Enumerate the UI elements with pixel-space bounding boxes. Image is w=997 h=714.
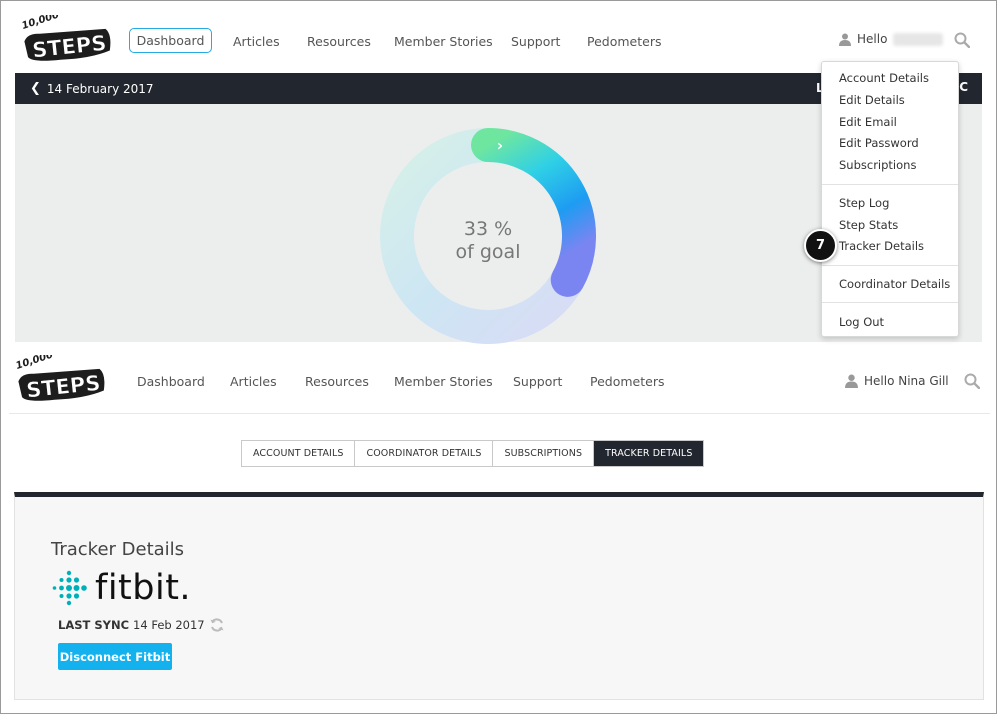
tab-subscriptions[interactable]: SUBSCRIPTIONS: [493, 441, 595, 466]
greeting-text: Hello Nina Gill: [864, 374, 949, 388]
percent-value: 33 %: [463, 218, 513, 240]
nav-support[interactable]: Support: [511, 34, 560, 49]
svg-text:10,000: 10,000: [14, 355, 54, 372]
refresh-icon[interactable]: [209, 617, 225, 633]
panel-title: Tracker Details: [51, 539, 185, 560]
account-tabs: ACCOUNT DETAILS COORDINATOR DETAILS SUBS…: [241, 440, 705, 467]
nav-articles[interactable]: Articles: [230, 374, 277, 389]
greeting-text: Hello: [857, 32, 888, 46]
step-number-badge: 7: [804, 229, 837, 262]
tab-account-details[interactable]: ACCOUNT DETAILS: [242, 441, 356, 466]
menu-item-edit-details[interactable]: Edit Details: [839, 93, 905, 107]
nav-member-stories[interactable]: Member Stories: [394, 374, 493, 389]
search-icon[interactable]: [954, 32, 971, 52]
fitbit-dots-icon: [52, 570, 87, 606]
user-menu-toggle[interactable]: Hello: [839, 32, 944, 46]
last-sync-value: 14 Feb 2017: [133, 618, 205, 632]
redacted-username: [893, 32, 944, 46]
menu-item-step-stats[interactable]: Step Stats: [839, 218, 898, 232]
goal-percentage: 33 % of goal: [438, 218, 538, 264]
menu-item-log-out[interactable]: Log Out: [839, 315, 884, 329]
account-dropdown-menu: Account Details Edit Details Edit Email …: [821, 61, 959, 337]
menu-item-edit-password[interactable]: Edit Password: [839, 136, 919, 150]
menu-item-subscriptions[interactable]: Subscriptions: [839, 158, 916, 172]
app-window: 10,000 STEPS Dashboard Articles Resource…: [0, 0, 997, 714]
tab-tracker-details[interactable]: TRACKER DETAILS: [594, 441, 704, 466]
menu-divider: [822, 184, 958, 185]
nav-resources[interactable]: Resources: [307, 34, 371, 49]
last-sync-row: LAST SYNC 14 Feb 2017: [58, 617, 225, 633]
menu-divider: [822, 302, 958, 303]
menu-divider: [822, 265, 958, 266]
last-sync-label: LAST SYNC: [58, 618, 130, 632]
menu-item-account-details[interactable]: Account Details: [839, 71, 929, 85]
nav-resources[interactable]: Resources: [305, 374, 369, 389]
dashboard-button[interactable]: Dashboard: [129, 28, 212, 53]
nav-support[interactable]: Support: [513, 374, 562, 389]
second-navbar: 10,000 STEPS Dashboard Articles Resource…: [9, 342, 990, 414]
nav-pedometers[interactable]: Pedometers: [587, 34, 661, 49]
menu-item-step-log[interactable]: Step Log: [839, 196, 889, 210]
search-icon[interactable]: [964, 373, 981, 393]
nav-pedometers[interactable]: Pedometers: [590, 374, 664, 389]
partial-icon: C: [959, 80, 968, 94]
nav-member-stories[interactable]: Member Stories: [394, 34, 493, 49]
svg-text:›: ›: [497, 137, 503, 155]
chevron-left-icon[interactable]: ❮: [30, 81, 41, 96]
menu-item-tracker-details[interactable]: Tracker Details: [839, 239, 924, 253]
disconnect-fitbit-button[interactable]: Disconnect Fitbit: [58, 643, 172, 670]
menu-item-edit-email[interactable]: Edit Email: [839, 115, 897, 129]
nav-articles[interactable]: Articles: [233, 34, 280, 49]
fitbit-logo: fitbit.: [51, 568, 191, 608]
user-menu-toggle[interactable]: Hello Nina Gill: [845, 374, 949, 388]
tab-coordinator-details[interactable]: COORDINATOR DETAILS: [355, 441, 494, 466]
user-icon: [839, 33, 851, 46]
percent-caption: of goal: [455, 241, 521, 263]
fitbit-wordmark: fitbit.: [95, 568, 192, 608]
user-icon: [845, 374, 858, 388]
menu-item-coordinator-details[interactable]: Coordinator Details: [839, 277, 950, 291]
tracker-details-panel: Tracker Details fitbit. LAST SYNC 14 Feb…: [14, 492, 984, 700]
steps-logo[interactable]: 10,000 STEPS: [19, 10, 115, 69]
current-date: 14 February 2017: [46, 81, 154, 96]
steps-logo[interactable]: 10,000 STEPS: [13, 350, 109, 409]
chevron-right-icon[interactable]: ›: [497, 137, 503, 155]
nav-dashboard[interactable]: Dashboard: [137, 374, 205, 389]
svg-text:10,000: 10,000: [20, 15, 60, 32]
